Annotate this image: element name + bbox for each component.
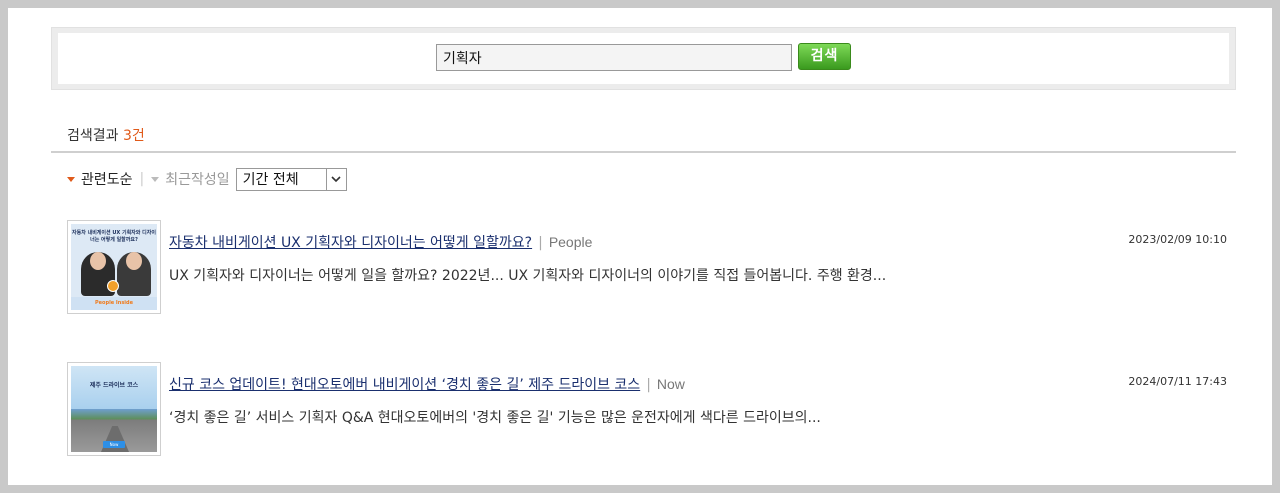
search-input[interactable] <box>436 44 792 71</box>
result-item: 제주 드라이브 코스 Now 신규 코스 업데이트! 현대오토에버 내비게이션 … <box>67 362 1227 458</box>
person-face <box>90 252 106 270</box>
sort-by-relevance[interactable]: 관련도순 <box>81 169 133 189</box>
thumbnail-badge: Now <box>103 441 125 448</box>
chevron-down-icon[interactable] <box>325 168 346 190</box>
result-title-line: 자동차 내비게이션 UX 기획자와 디자이너는 어떻게 일할까요? | People <box>169 232 592 252</box>
period-select-value: 기간 전체 <box>242 172 299 188</box>
sort-active-arrow-icon <box>67 176 75 182</box>
result-title-line: 신규 코스 업데이트! 현대오토에버 내비게이션 ‘경치 좋은 길’ 제주 드라… <box>169 374 685 394</box>
result-date: 2023/02/09 10:10 <box>1128 233 1227 246</box>
title-separator: | <box>538 235 543 251</box>
thumbnail-image: 자동차 내비게이션 UX 기획자와 디자이너는 어떻게 일할까요? People… <box>71 224 157 310</box>
period-select[interactable]: 기간 전체 <box>235 167 347 191</box>
result-date: 2024/07/11 17:43 <box>1128 375 1227 388</box>
result-title-link[interactable]: 신규 코스 업데이트! 현대오토에버 내비게이션 ‘경치 좋은 길’ 제주 드라… <box>169 377 640 393</box>
thumbnail-caption: 자동차 내비게이션 UX 기획자와 디자이너는 어떻게 일할까요? <box>72 230 156 243</box>
result-thumbnail[interactable]: 제주 드라이브 코스 Now <box>67 362 161 456</box>
result-category: Now <box>656 376 685 392</box>
sort-by-recent[interactable]: 최근작성일 <box>165 169 229 189</box>
result-description: UX 기획자와 디자이너는 어떻게 일을 할까요? 2022년... UX 기획… <box>169 268 887 284</box>
thumbnail-image: 제주 드라이브 코스 Now <box>71 366 157 452</box>
search-button[interactable]: 검색 <box>798 43 851 70</box>
results-divider <box>51 151 1236 153</box>
result-item: 자동차 내비게이션 UX 기획자와 디자이너는 어떻게 일할까요? People… <box>67 220 1227 316</box>
thumbnail-caption: 제주 드라이브 코스 <box>89 382 139 389</box>
thumbnail-footer: People Inside <box>71 297 157 310</box>
result-category: People <box>548 234 593 250</box>
road-shape <box>101 426 129 452</box>
result-title-link[interactable]: 자동차 내비게이션 UX 기획자와 디자이너는 어떻게 일할까요? <box>169 235 532 251</box>
sort-inactive-arrow-icon <box>151 176 160 182</box>
result-description: ‘경치 좋은 길’ 서비스 기획자 Q&A 현대오토에버의 '경치 좋은 길' … <box>169 410 821 426</box>
result-thumbnail[interactable]: 자동차 내비게이션 UX 기획자와 디자이너는 어떻게 일할까요? People… <box>67 220 161 314</box>
person-face <box>126 252 142 270</box>
title-separator: | <box>646 377 651 393</box>
badge-icon <box>107 280 119 292</box>
sort-separator: | <box>139 171 145 187</box>
results-label: 검색결과 <box>67 128 119 144</box>
results-header: 검색결과 3건 <box>67 125 145 145</box>
page: 검색 검색결과 3건 관련도순 | 최근작성일 기간 전체 자동차 내비게이션 … <box>8 8 1272 485</box>
results-count: 3건 <box>122 128 145 144</box>
sort-bar: 관련도순 | 최근작성일 기간 전체 <box>67 167 347 191</box>
